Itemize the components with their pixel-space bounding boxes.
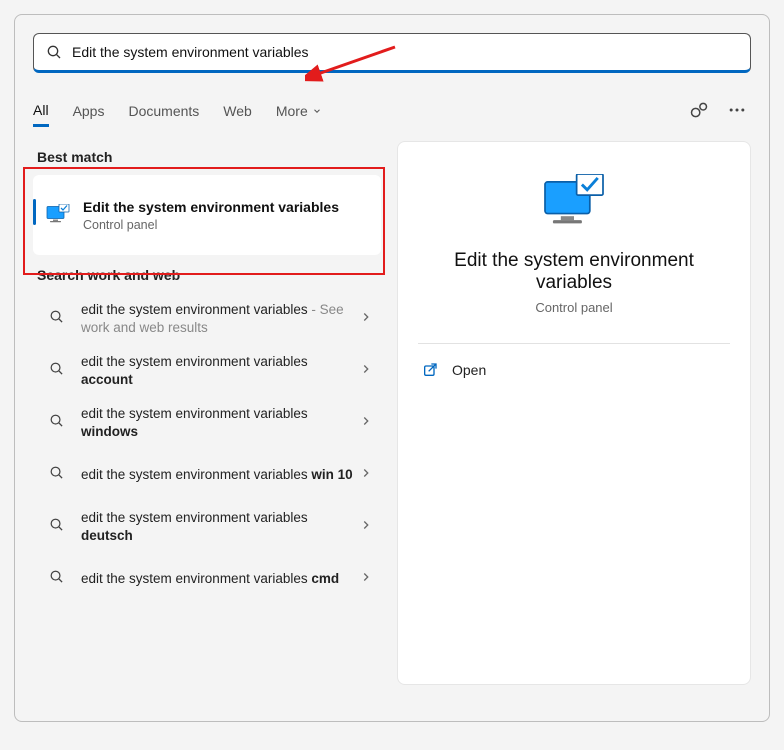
preview-title: Edit the system environment variables: [398, 250, 750, 294]
profile-switch-icon[interactable]: [685, 96, 713, 127]
chevron-right-icon: [359, 414, 373, 433]
preview-pane: Edit the system environment variables Co…: [397, 141, 751, 685]
more-options-icon[interactable]: [723, 96, 751, 127]
web-suggestion-item[interactable]: edit the system environment variables ac…: [33, 345, 381, 397]
web-suggestion-item[interactable]: edit the system environment variables wi…: [33, 449, 381, 501]
suggestion-text: edit the system environment variables wi…: [81, 405, 359, 441]
results-column: Best match Edit the system environment v…: [33, 141, 381, 685]
suggestion-text: edit the system environment variables de…: [81, 509, 359, 545]
tab-more[interactable]: More: [276, 97, 322, 125]
tab-documents[interactable]: Documents: [128, 97, 199, 125]
web-suggestion-item[interactable]: edit the system environment variables cm…: [33, 553, 381, 605]
best-match-title: Edit the system environment variables: [83, 198, 339, 216]
search-icon: [49, 569, 65, 589]
search-input[interactable]: [72, 44, 738, 60]
open-external-icon: [422, 362, 438, 378]
web-suggestion-item[interactable]: edit the system environment variables de…: [33, 501, 381, 553]
chevron-right-icon: [359, 310, 373, 329]
tab-all[interactable]: All: [33, 96, 49, 127]
chevron-right-icon: [359, 570, 373, 589]
open-label: Open: [452, 362, 486, 378]
open-action[interactable]: Open: [398, 344, 750, 396]
search-window: All Apps Documents Web More Best match: [14, 14, 770, 722]
best-match-result[interactable]: Edit the system environment variables Co…: [33, 175, 381, 255]
chevron-right-icon: [359, 362, 373, 381]
tab-web[interactable]: Web: [223, 97, 252, 125]
preview-app-icon: [398, 174, 750, 232]
search-bar[interactable]: [33, 33, 751, 73]
suggestion-text: edit the system environment variables ac…: [81, 353, 359, 389]
preview-subtitle: Control panel: [398, 300, 750, 315]
search-icon: [49, 465, 65, 485]
filter-tabs: All Apps Documents Web More: [33, 91, 751, 131]
web-suggestion-item[interactable]: edit the system environment variables wi…: [33, 397, 381, 449]
search-icon: [49, 517, 65, 537]
search-icon: [49, 413, 65, 433]
web-suggestions-list: edit the system environment variables - …: [33, 293, 381, 605]
selection-indicator: [33, 199, 36, 225]
suggestion-text: edit the system environment variables - …: [81, 301, 359, 337]
best-match-subtitle: Control panel: [83, 218, 339, 232]
best-match-heading: Best match: [37, 149, 381, 165]
monitor-check-icon: [45, 204, 71, 226]
suggestion-text: edit the system environment variables cm…: [81, 570, 359, 588]
chevron-down-icon: [312, 106, 322, 116]
chevron-right-icon: [359, 466, 373, 485]
suggestion-text: edit the system environment variables wi…: [81, 466, 359, 484]
search-icon: [46, 44, 62, 60]
search-icon: [49, 361, 65, 381]
chevron-right-icon: [359, 518, 373, 537]
search-web-heading: Search work and web: [37, 267, 381, 283]
web-suggestion-item[interactable]: edit the system environment variables - …: [33, 293, 381, 345]
search-icon: [49, 309, 65, 329]
tab-apps[interactable]: Apps: [73, 97, 105, 125]
